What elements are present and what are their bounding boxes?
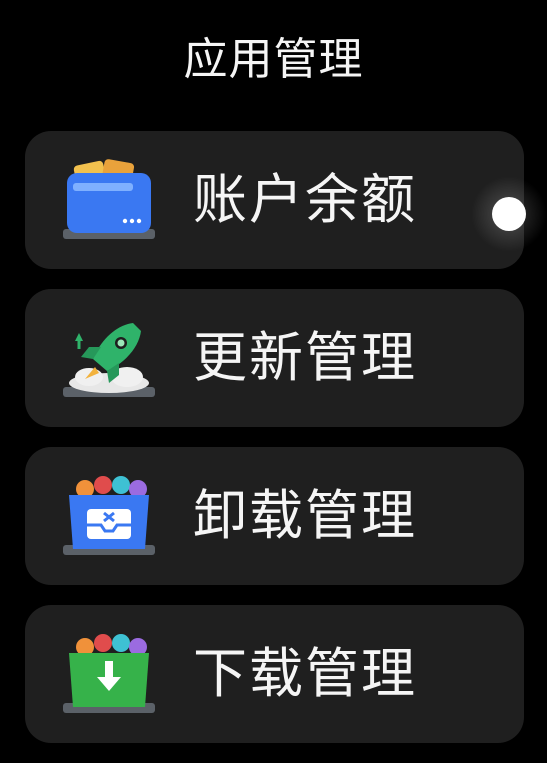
app-management-menu: 账户余额 更新管理 卸载管理 下载管理 (25, 131, 524, 763)
wallet-icon (63, 159, 155, 239)
menu-item-label: 卸载管理 (193, 484, 417, 547)
menu-item-account-balance[interactable]: 账户余额 (25, 131, 524, 269)
download-box-icon (63, 634, 155, 713)
menu-item-update-management[interactable]: 更新管理 (25, 289, 524, 427)
uninstall-box-icon (63, 476, 155, 555)
page-title: 应用管理 (183, 34, 364, 85)
menu-item-download-management[interactable]: 下载管理 (25, 605, 524, 743)
menu-item-label: 下载管理 (193, 642, 417, 705)
menu-item-label: 更新管理 (193, 326, 417, 389)
menu-item-uninstall-management[interactable]: 卸载管理 (25, 447, 524, 585)
scroll-position-indicator[interactable] (471, 176, 547, 252)
rocket-icon (63, 323, 155, 397)
scroll-dot-icon (492, 197, 526, 231)
menu-item-label: 账户余额 (193, 168, 417, 231)
